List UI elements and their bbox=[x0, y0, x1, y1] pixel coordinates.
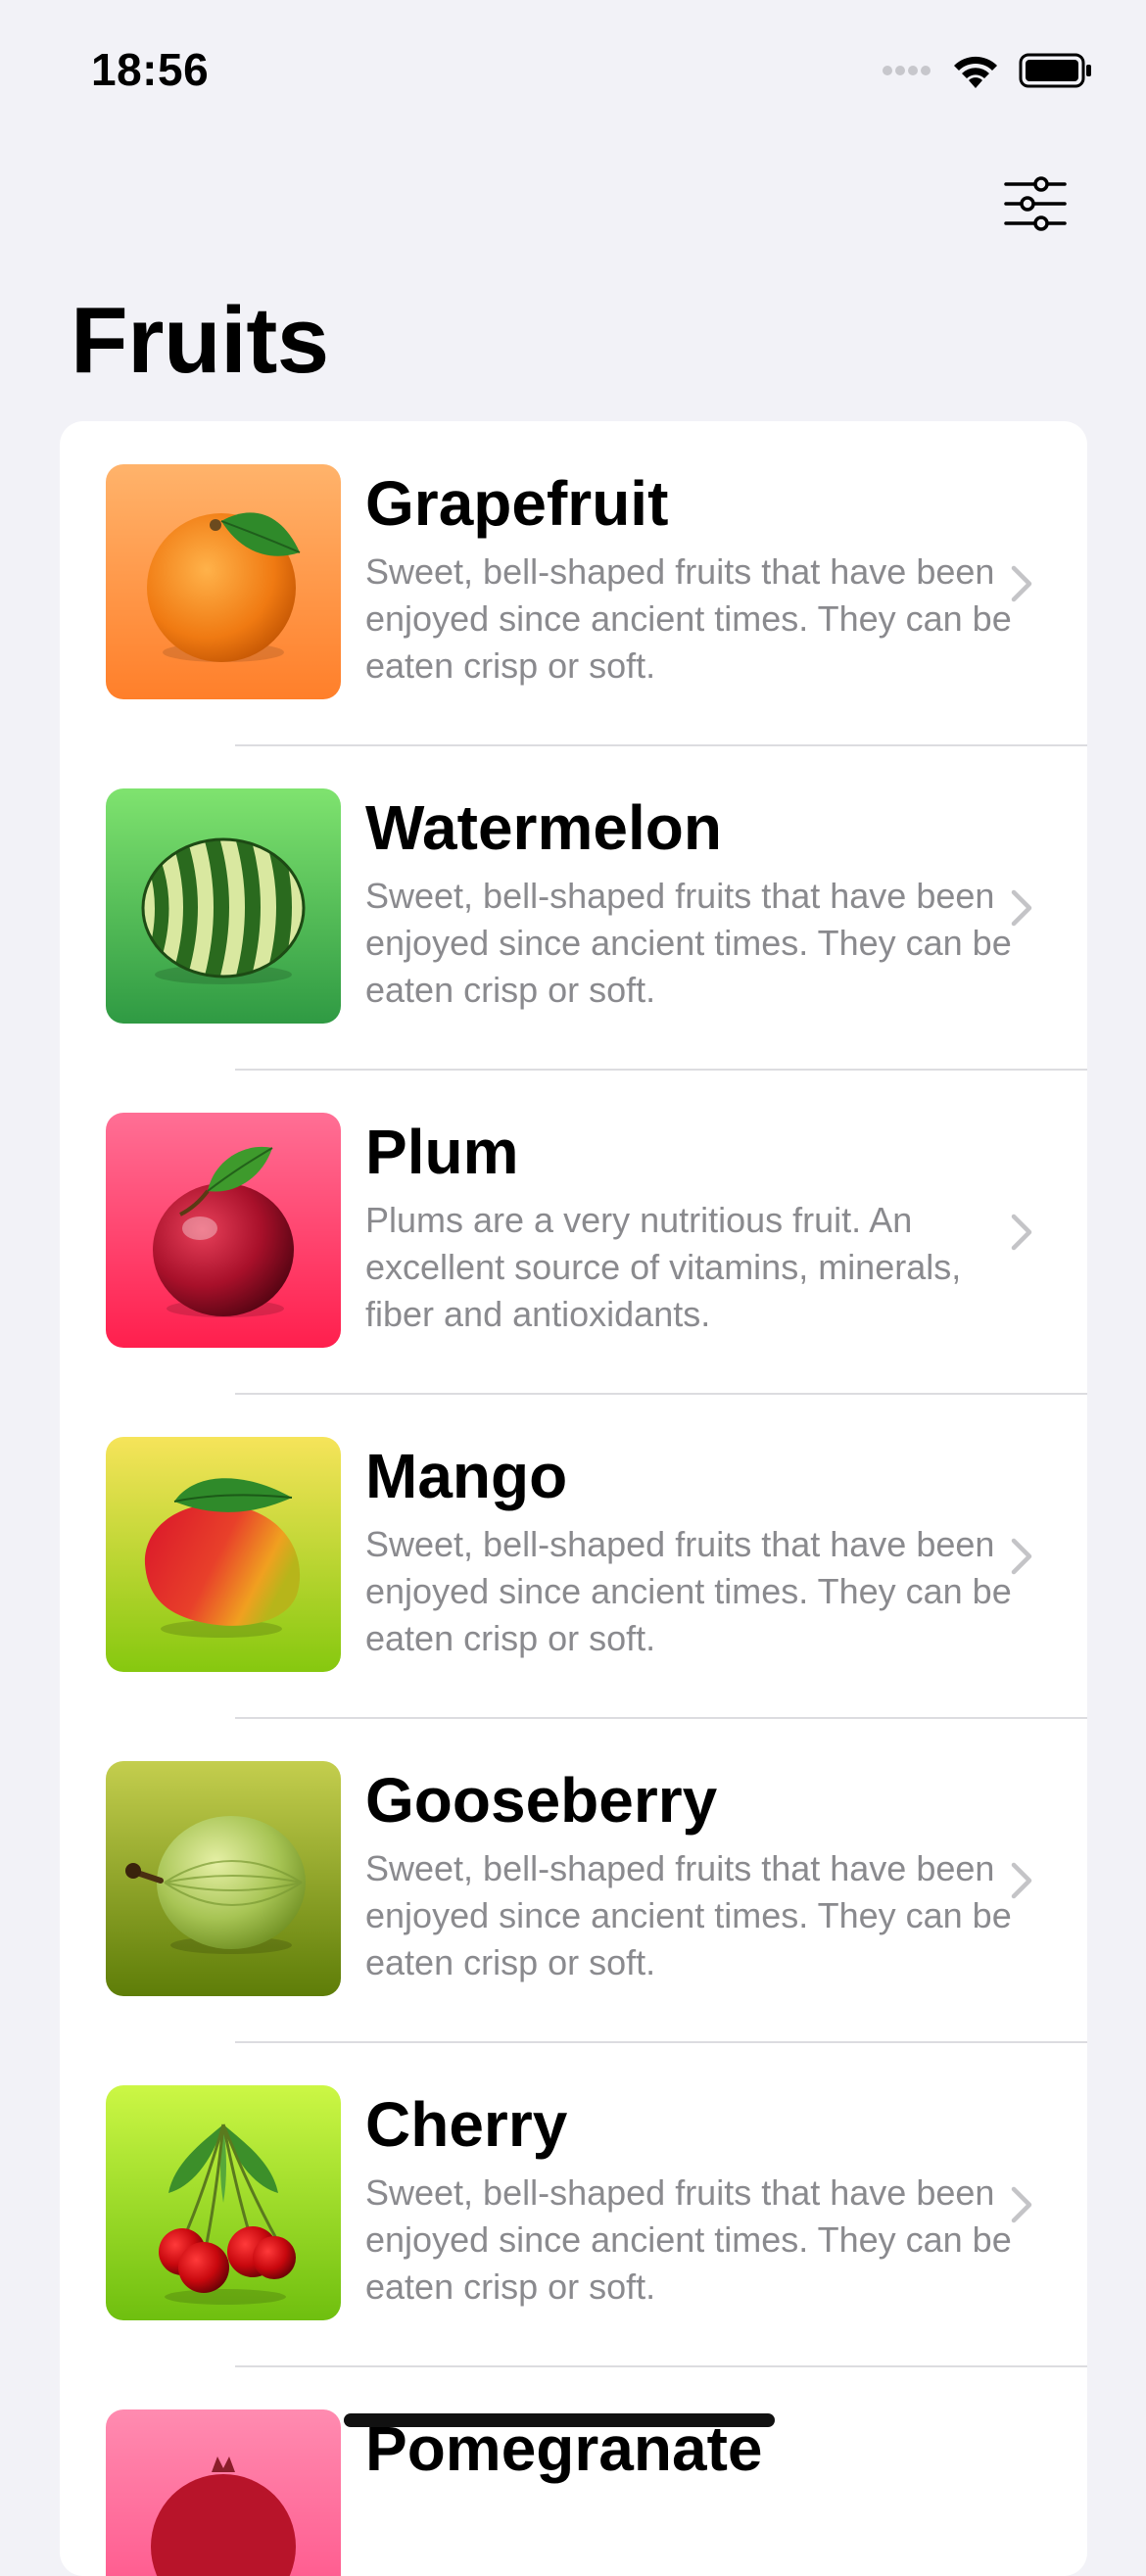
cherry-icon bbox=[106, 2085, 341, 2320]
status-time: 18:56 bbox=[91, 44, 210, 95]
list-item-plum[interactable]: Plum Plums are a very nutritious fruit. … bbox=[60, 1070, 1087, 1395]
status-icons bbox=[882, 51, 1093, 90]
fruit-name: Watermelon bbox=[365, 792, 722, 863]
list-item-pomegranate[interactable]: Pomegranate bbox=[60, 2366, 1087, 2576]
fruit-thumbnail bbox=[106, 2085, 341, 2320]
fruit-name: Cherry bbox=[365, 2089, 568, 2160]
fruit-thumbnail bbox=[106, 1437, 341, 1672]
fruit-thumbnail bbox=[106, 1113, 341, 1348]
fruit-name: Plum bbox=[365, 1117, 519, 1187]
fruit-description: Sweet, bell-shaped fruits that have been… bbox=[365, 551, 1012, 686]
fruit-description: Sweet, bell-shaped fruits that have been… bbox=[365, 876, 1012, 1010]
wifi-icon bbox=[954, 56, 997, 88]
filter-button[interactable] bbox=[1001, 174, 1070, 233]
fruit-description: Sweet, bell-shaped fruits that have been… bbox=[365, 1848, 1012, 1982]
list-item-cherry[interactable]: Cherry Sweet, bell-shaped fruits that ha… bbox=[60, 2042, 1087, 2367]
fruit-description: Sweet, bell-shaped fruits that have been… bbox=[365, 2172, 1012, 2307]
gooseberry-icon bbox=[106, 1761, 341, 1996]
mango-icon bbox=[106, 1437, 341, 1672]
fruit-thumbnail bbox=[106, 2409, 341, 2576]
plum-icon bbox=[106, 1113, 341, 1348]
status-bar: 18:56 bbox=[0, 0, 1146, 147]
sliders-icon bbox=[1004, 176, 1067, 231]
list-item-grapefruit[interactable]: Grapefruit Sweet, bell-shaped fruits tha… bbox=[60, 421, 1087, 746]
pomegranate-icon bbox=[106, 2409, 341, 2576]
page-title: Fruits bbox=[71, 288, 329, 393]
fruit-thumbnail bbox=[106, 464, 341, 699]
fruit-name: Grapefruit bbox=[365, 468, 669, 539]
chevron-right-icon bbox=[1011, 1538, 1032, 1575]
chevron-right-icon bbox=[1011, 1862, 1032, 1899]
orange-fruit-icon bbox=[106, 464, 341, 699]
fruit-description: Plums are a very nutritious fruit. An ex… bbox=[365, 1200, 962, 1334]
list-item-watermelon[interactable]: Watermelon Sweet, bell-shaped fruits tha… bbox=[60, 745, 1087, 1071]
battery-icon bbox=[1019, 53, 1091, 88]
list-item-mango[interactable]: Mango Sweet, bell-shaped fruits that hav… bbox=[60, 1394, 1087, 1719]
list-item-gooseberry[interactable]: Gooseberry Sweet, bell-shaped fruits tha… bbox=[60, 1718, 1087, 2043]
fruit-description: Sweet, bell-shaped fruits that have been… bbox=[365, 1524, 1012, 1658]
fruit-name: Mango bbox=[365, 1441, 568, 1511]
cellular-signal-icon bbox=[883, 66, 931, 75]
chevron-right-icon bbox=[1011, 889, 1032, 927]
fruit-list: Grapefruit Sweet, bell-shaped fruits tha… bbox=[60, 421, 1087, 2576]
fruit-thumbnail bbox=[106, 788, 341, 1024]
chevron-right-icon bbox=[1011, 565, 1032, 602]
watermelon-icon bbox=[106, 788, 341, 1024]
fruit-name: Gooseberry bbox=[365, 1765, 718, 1836]
chevron-right-icon bbox=[1011, 2186, 1032, 2223]
chevron-right-icon bbox=[1011, 1214, 1032, 1251]
strikethrough-bar bbox=[344, 2413, 775, 2427]
fruit-thumbnail bbox=[106, 1761, 341, 1996]
